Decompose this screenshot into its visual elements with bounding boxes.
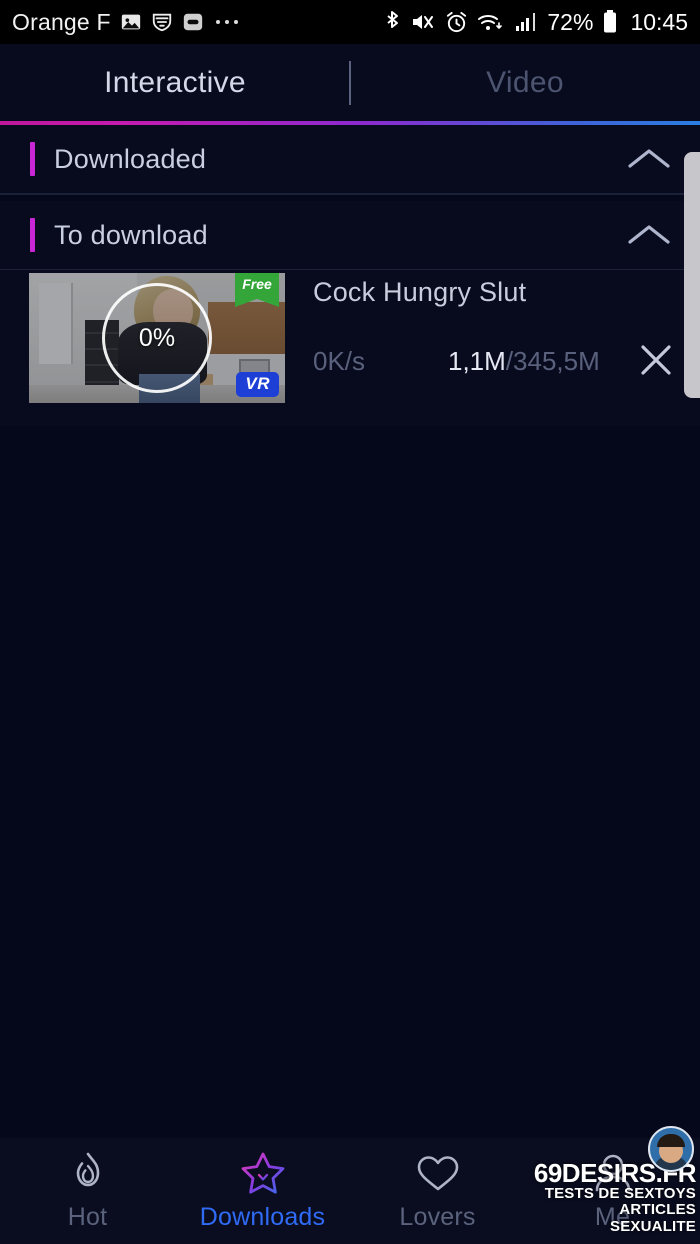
vertical-scrollbar[interactable]	[684, 152, 700, 398]
wifi-icon	[477, 11, 505, 34]
section-title-to-download: To download	[54, 219, 208, 250]
video-thumbnail[interactable]: 0% Free VR	[29, 273, 285, 403]
download-title: Cock Hungry Slut	[313, 277, 527, 307]
wifi-shield-icon	[151, 11, 173, 33]
battery-icon	[602, 9, 618, 35]
nav-label-lovers: Lovers	[399, 1203, 476, 1231]
flame-icon	[66, 1150, 110, 1196]
person-icon	[591, 1150, 635, 1196]
download-size-separator: /	[505, 346, 514, 376]
nav-label-me: Me	[594, 1203, 631, 1231]
section-title-downloaded: Downloaded	[54, 143, 207, 174]
signal-icon	[514, 11, 538, 34]
badge-vr: VR	[236, 372, 279, 397]
app-root: Orange F 72% 10:45 Interactive Video Dow…	[0, 0, 700, 1244]
progress-percent-label: 0%	[138, 323, 176, 352]
download-list-item[interactable]: 0% Free VR Cock Hungry Slut 0K/s 1,1M/34…	[0, 270, 700, 426]
nav-label-downloads: Downloads	[199, 1203, 326, 1231]
clock-label: 10:45	[630, 8, 688, 35]
section-accent-bar	[30, 218, 35, 252]
download-size-total: 345,5M	[513, 346, 600, 376]
close-icon[interactable]	[636, 340, 676, 380]
capsule-icon	[182, 11, 204, 33]
nav-item-me[interactable]: Me	[525, 1138, 700, 1244]
nav-item-downloads[interactable]: Downloads	[175, 1138, 350, 1244]
status-bar: Orange F 72% 10:45	[0, 0, 700, 44]
chevron-up-icon[interactable]	[626, 144, 672, 174]
heart-icon	[414, 1150, 462, 1196]
alarm-icon	[445, 11, 468, 34]
more-dots-icon	[213, 11, 241, 33]
chevron-up-icon[interactable]	[626, 220, 672, 250]
status-bar-left: Orange F	[12, 9, 384, 36]
section-divider	[0, 193, 700, 195]
battery-percent: 72%	[547, 8, 594, 35]
mute-icon	[410, 10, 436, 34]
tab-divider	[349, 61, 351, 105]
image-icon	[120, 11, 142, 33]
content-empty-area	[0, 426, 700, 1138]
tab-interactive[interactable]: Interactive	[0, 66, 350, 100]
section-accent-bar	[30, 142, 35, 176]
bluetooth-icon	[384, 10, 401, 34]
section-header-to-download[interactable]: To download	[0, 201, 700, 269]
nav-item-lovers[interactable]: Lovers	[350, 1138, 525, 1244]
tab-video[interactable]: Video	[350, 66, 700, 100]
status-bar-right: 72% 10:45	[384, 9, 688, 36]
download-speed: 0K/s	[313, 346, 366, 376]
nav-label-hot: Hot	[67, 1203, 108, 1231]
progress-ring: 0%	[102, 283, 212, 393]
download-size: 1,1M/345,5M	[448, 346, 600, 377]
section-header-downloaded[interactable]: Downloaded	[0, 125, 700, 193]
bottom-navigation-bar: Hot Downloads Lovers Me 69DESIRS.FR TEST…	[0, 1125, 700, 1244]
star-download-icon	[239, 1150, 287, 1196]
carrier-label: Orange F	[12, 8, 111, 35]
download-size-current: 1,1M	[448, 346, 506, 376]
nav-item-hot[interactable]: Hot	[0, 1138, 175, 1244]
